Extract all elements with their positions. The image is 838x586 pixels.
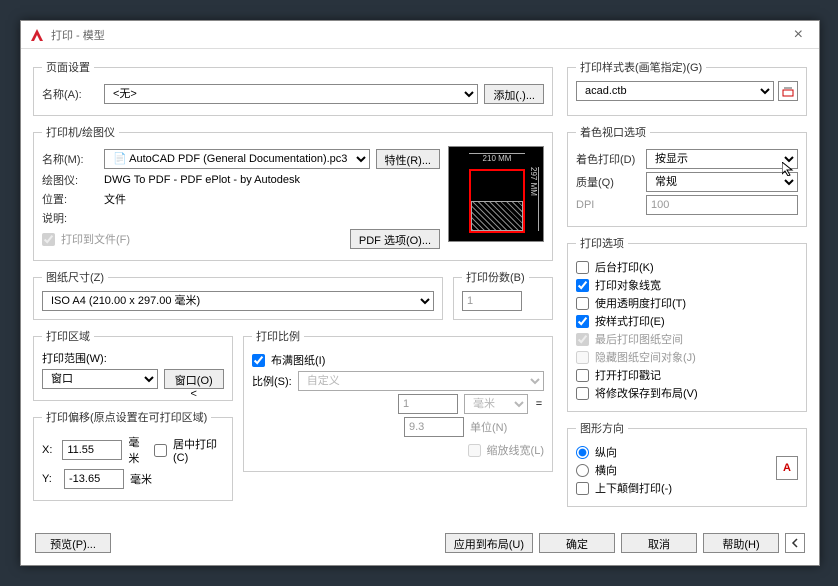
scale-den-input — [404, 417, 464, 437]
plot-options-group: 打印选项 后台打印(K) 打印对象线宽 使用透明度打印(T) 按样式打印(E) … — [567, 235, 807, 412]
chevron-left-icon — [790, 538, 800, 548]
close-button[interactable]: × — [786, 26, 811, 44]
plot-style-group: 打印样式表(画笔指定)(G) acad.ctb — [567, 59, 807, 116]
offset-legend: 打印偏移(原点设置在可打印区域) — [42, 409, 211, 425]
page-setup-add-button[interactable]: 添加(.)... — [484, 84, 544, 104]
location-label: 位置: — [42, 191, 98, 207]
fit-paper-check[interactable]: 布满图纸(I) — [252, 352, 544, 368]
scale-unit-select: 毫米 — [464, 394, 528, 414]
offset-x-label: X: — [42, 444, 56, 456]
cursor-icon — [782, 162, 796, 176]
plot-options-legend: 打印选项 — [576, 235, 628, 251]
copies-group: 打印份数(B) — [453, 269, 553, 320]
equals-icon: = — [534, 398, 544, 410]
offset-x-unit: 毫米 — [128, 434, 148, 466]
background-check[interactable]: 后台打印(K) — [576, 259, 798, 275]
hide-paperspace-check: 隐藏图纸空间对象(J) — [576, 349, 798, 365]
scale-num-input — [398, 394, 458, 414]
scale-select: 自定义 — [298, 371, 544, 391]
plot-area-group: 打印区域 打印范围(W): 窗口 窗口(O)< — [33, 328, 233, 401]
offset-y-label: Y: — [42, 473, 58, 485]
copies-input — [462, 291, 522, 311]
orientation-group: 图形方向 纵向 横向 上下颠倒打印(-) A — [567, 420, 807, 507]
edit-icon — [782, 85, 794, 97]
dpi-label: DPI — [576, 199, 640, 211]
offset-y-input[interactable] — [64, 469, 124, 489]
preview-button[interactable]: 预览(P)... — [35, 533, 111, 553]
quality-label: 质量(Q) — [576, 174, 640, 190]
save-layout-check[interactable]: 将修改保存到布局(V) — [576, 385, 798, 401]
plot-style-edit-button[interactable] — [778, 81, 798, 101]
center-plot-check[interactable]: 居中打印(C) — [154, 436, 224, 464]
offset-y-unit: 毫米 — [130, 471, 152, 487]
plot-to-file-check: 打印到文件(F) — [42, 231, 130, 247]
dialog-title: 打印 - 模型 — [51, 27, 105, 43]
scale-unit-bottom: 单位(N) — [470, 419, 544, 435]
apply-layout-button[interactable]: 应用到布局(U) — [445, 533, 533, 553]
offset-x-input[interactable] — [62, 440, 122, 460]
expand-button[interactable] — [785, 533, 805, 553]
window-button[interactable]: 窗口(O)< — [164, 369, 225, 389]
shaded-group: 着色视口选项 着色打印(D) 按显示 质量(Q) 常规 DPI — [567, 124, 807, 227]
printer-group: 打印机/绘图仪 名称(M): 📄 AutoCAD PDF (General Do… — [33, 124, 553, 261]
dpi-input — [646, 195, 798, 215]
paper-size-legend: 图纸尺寸(Z) — [42, 269, 108, 285]
page-setup-group: 页面设置 名称(A): <无> 添加(.)... — [33, 59, 553, 116]
plotter-value: DWG To PDF - PDF ePlot - by Autodesk — [104, 174, 300, 186]
preview-width-label: 210 MM — [469, 153, 525, 163]
paper-size-group: 图纸尺寸(Z) ISO A4 (210.00 x 297.00 毫米) — [33, 269, 443, 320]
paperspace-last-check: 最后打印图纸空间 — [576, 331, 798, 347]
plot-style-select[interactable]: acad.ctb — [576, 81, 774, 101]
plot-area-legend: 打印区域 — [42, 328, 94, 344]
help-button[interactable]: 帮助(H) — [703, 533, 779, 553]
copies-legend: 打印份数(B) — [462, 269, 529, 285]
plotter-label: 绘图仪: — [42, 172, 98, 188]
shaded-legend: 着色视口选项 — [576, 124, 650, 140]
transparency-check[interactable]: 使用透明度打印(T) — [576, 295, 798, 311]
pdf-options-button[interactable]: PDF 选项(O)... — [350, 229, 440, 249]
shade-plot-label: 着色打印(D) — [576, 151, 640, 167]
scale-group: 打印比例 布满图纸(I) 比例(S): 自定义 毫米 = — [243, 328, 553, 472]
orientation-legend: 图形方向 — [576, 420, 628, 436]
page-setup-legend: 页面设置 — [42, 59, 94, 75]
printer-legend: 打印机/绘图仪 — [42, 124, 119, 140]
plot-what-select[interactable]: 窗口 — [42, 369, 158, 389]
lineweights-check[interactable]: 打印对象线宽 — [576, 277, 798, 293]
button-bar: 预览(P)... 应用到布局(U) 确定 取消 帮助(H) — [21, 525, 819, 565]
desc-label: 说明: — [42, 210, 98, 226]
paper-size-select[interactable]: ISO A4 (210.00 x 297.00 毫米) — [42, 291, 434, 311]
paper-preview: 210 MM 297 MM — [448, 146, 544, 242]
upside-down-check[interactable]: 上下颠倒打印(-) — [576, 480, 798, 496]
plot-style-legend: 打印样式表(画笔指定)(G) — [576, 59, 706, 75]
scale-label: 比例(S): — [252, 373, 292, 389]
scale-lw-check: 缩放线宽(L) — [468, 442, 544, 458]
printer-props-button[interactable]: 特性(R)... — [376, 149, 440, 169]
plot-dialog: 打印 - 模型 × 页面设置 名称(A): <无> 添加(.)... 打印机/绘… — [20, 20, 820, 566]
autocad-logo-icon — [29, 27, 45, 43]
page-setup-name-label: 名称(A): — [42, 86, 98, 102]
printer-name-label: 名称(M): — [42, 151, 98, 167]
landscape-radio[interactable]: 横向 — [576, 462, 798, 478]
offset-group: 打印偏移(原点设置在可打印区域) X: 毫米 居中打印(C) Y: 毫米 — [33, 409, 233, 501]
location-value: 文件 — [104, 191, 126, 207]
preview-height-label: 297 MM — [529, 167, 539, 231]
page-setup-name-select[interactable]: <无> — [104, 84, 478, 104]
titlebar: 打印 - 模型 × — [21, 21, 819, 49]
quality-select[interactable]: 常规 — [646, 172, 798, 192]
shade-plot-select[interactable]: 按显示 — [646, 149, 798, 169]
portrait-radio[interactable]: 纵向 — [576, 444, 798, 460]
scale-legend: 打印比例 — [252, 328, 304, 344]
orientation-icon: A — [776, 456, 798, 480]
printer-name-select[interactable]: 📄 AutoCAD PDF (General Documentation).pc… — [104, 149, 370, 169]
by-style-check[interactable]: 按样式打印(E) — [576, 313, 798, 329]
cancel-button[interactable]: 取消 — [621, 533, 697, 553]
plot-stamp-check[interactable]: 打开打印戳记 — [576, 367, 798, 383]
plot-what-label: 打印范围(W): — [42, 350, 224, 366]
ok-button[interactable]: 确定 — [539, 533, 615, 553]
